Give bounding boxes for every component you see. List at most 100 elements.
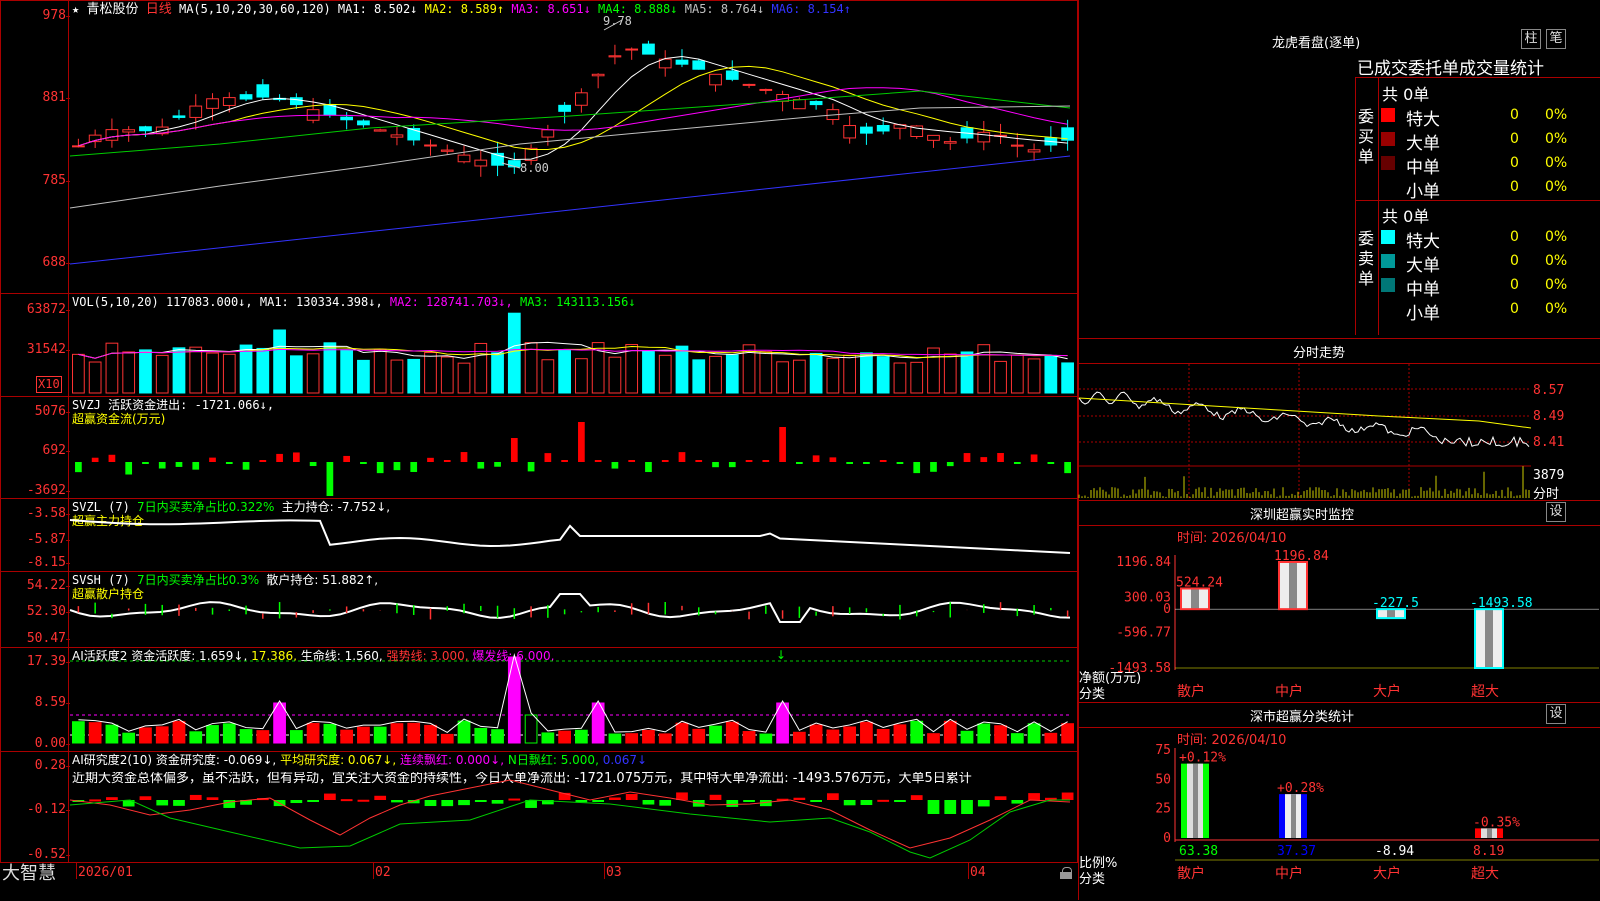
ai-research-bar xyxy=(961,800,973,814)
sell-row-label: 大单 xyxy=(1406,256,1440,276)
period-label[interactable]: 日线 xyxy=(146,2,172,17)
svzj-bar xyxy=(527,462,535,472)
volume-bar xyxy=(457,362,471,394)
tab-orders[interactable]: 委托单 xyxy=(1408,54,1459,79)
volume-bar xyxy=(725,354,739,394)
svzj-bar xyxy=(863,462,870,464)
ai-research-bar xyxy=(659,800,672,806)
volume-bar xyxy=(222,353,236,394)
svzj-bar xyxy=(276,453,283,462)
candle-body xyxy=(289,97,303,106)
volume-bar xyxy=(507,312,521,394)
volume-bar xyxy=(390,359,404,394)
bar-view-button[interactable]: 柱 xyxy=(1521,29,1541,49)
volume-chart[interactable] xyxy=(70,305,1076,395)
svzj-bar xyxy=(1030,454,1038,462)
ai-research-bar xyxy=(424,800,437,807)
monitor-bars[interactable]: 1196.84300.030-596.77-1493.58524.24散户119… xyxy=(1079,540,1599,700)
candle-body xyxy=(239,94,253,100)
candle-body xyxy=(72,145,85,148)
ai-active-bar xyxy=(340,729,354,744)
volume-bar xyxy=(357,359,370,394)
ai-research-bar xyxy=(357,799,370,802)
classify-category: 散户 xyxy=(1177,865,1205,882)
classify-bars[interactable]: 75 50 25 0 +0.12% 63.38 散户 +0.28% 37.37 中户 -8.94 大户… xyxy=(1079,742,1599,900)
svzj-bar xyxy=(477,462,485,469)
dragon-inner-border xyxy=(1378,77,1379,335)
classify-bar-shade xyxy=(1291,794,1296,838)
candle-body xyxy=(440,149,454,152)
volume-bar xyxy=(675,345,689,394)
buy-row-value: 0 xyxy=(1510,179,1519,195)
svzj-bar xyxy=(1013,462,1021,464)
lock-icon-body xyxy=(1060,872,1072,879)
classify-y-tick: 75 xyxy=(1155,743,1171,758)
classify-title: 深市超赢分类统计 xyxy=(1250,710,1355,725)
ai-active-bar xyxy=(876,728,890,744)
ai-active-bar xyxy=(122,732,136,744)
ai-active-bar xyxy=(558,730,571,744)
ai-research-red-line xyxy=(69,779,1071,849)
ai-active-bar xyxy=(373,726,387,744)
stock-name[interactable]: 青松股份 xyxy=(86,2,138,17)
ai-research-bar xyxy=(1011,800,1024,804)
y-axis-divider xyxy=(68,0,69,863)
y-tick-label: 881 xyxy=(42,90,66,105)
svzl-chart[interactable] xyxy=(69,500,1076,570)
candle-body xyxy=(357,120,370,126)
volume-bar xyxy=(88,361,102,394)
candle-body xyxy=(457,154,471,163)
sell-row-label: 特大 xyxy=(1406,232,1440,252)
candle-body xyxy=(390,134,404,138)
candle-body xyxy=(373,129,387,132)
ai-active-bar xyxy=(826,729,840,744)
volume-bar xyxy=(575,358,588,394)
classify-pct-label: +0.28% xyxy=(1277,781,1324,796)
ai-active-bar xyxy=(323,723,337,744)
ai-research-chart[interactable] xyxy=(69,760,1076,860)
date-tick: 2026/01 xyxy=(78,865,133,880)
pen-view-button[interactable]: 笔 xyxy=(1546,29,1566,49)
ai-research-bar xyxy=(458,800,470,806)
classify-settings-button[interactable]: 设 xyxy=(1546,704,1566,724)
volume-bar xyxy=(759,351,773,394)
volume-bar xyxy=(910,361,924,394)
kline-chart[interactable] xyxy=(69,16,1076,292)
classify-category: 中户 xyxy=(1275,865,1303,882)
ai-research-bar xyxy=(894,800,906,802)
svzj-bar xyxy=(326,462,334,496)
intraday-price-tick: 8.57 xyxy=(1533,383,1565,398)
ai-research-bar xyxy=(977,800,990,807)
monitor-value-label: 524.24 xyxy=(1176,575,1223,590)
intraday-chart[interactable] xyxy=(1078,364,1532,500)
svzj-bar xyxy=(712,462,719,468)
ma5-line xyxy=(69,105,1071,209)
y-tick-label: 978 xyxy=(42,8,66,23)
ai-active-bar xyxy=(105,724,119,744)
tab-volume[interactable]: 成交量 xyxy=(1459,54,1510,79)
ai-active-bar xyxy=(206,725,219,744)
svzj-chart[interactable] xyxy=(70,400,1076,497)
buy-row-pct: 0% xyxy=(1545,179,1568,195)
ma-spec: MA(5,10,20,30,60,120) xyxy=(178,2,331,16)
volume-bar xyxy=(256,347,270,394)
tab-filled[interactable]: 已成交 xyxy=(1357,54,1408,79)
volume-bar xyxy=(558,349,571,394)
monitor-settings-button[interactable]: 设 xyxy=(1546,502,1566,522)
svzj-bar xyxy=(795,462,803,464)
candle-body xyxy=(759,88,773,91)
volume-bar xyxy=(105,342,119,394)
ai-active-chart[interactable]: ↓ xyxy=(70,648,1076,750)
volume-bar xyxy=(139,349,152,394)
ai-active-bar xyxy=(256,730,270,744)
buy-row-pct: 0% xyxy=(1545,107,1568,123)
monitor-bar xyxy=(1474,608,1504,670)
svsh-chart[interactable] xyxy=(69,574,1076,646)
candle-body xyxy=(625,48,639,51)
tab-stats[interactable]: 统计 xyxy=(1510,54,1544,79)
ai-research-bar xyxy=(189,794,202,800)
dragon-mid-border xyxy=(1355,200,1600,201)
svzj-bar xyxy=(494,462,501,467)
volume-bar xyxy=(1044,354,1058,394)
ai-active-bar xyxy=(893,724,907,744)
